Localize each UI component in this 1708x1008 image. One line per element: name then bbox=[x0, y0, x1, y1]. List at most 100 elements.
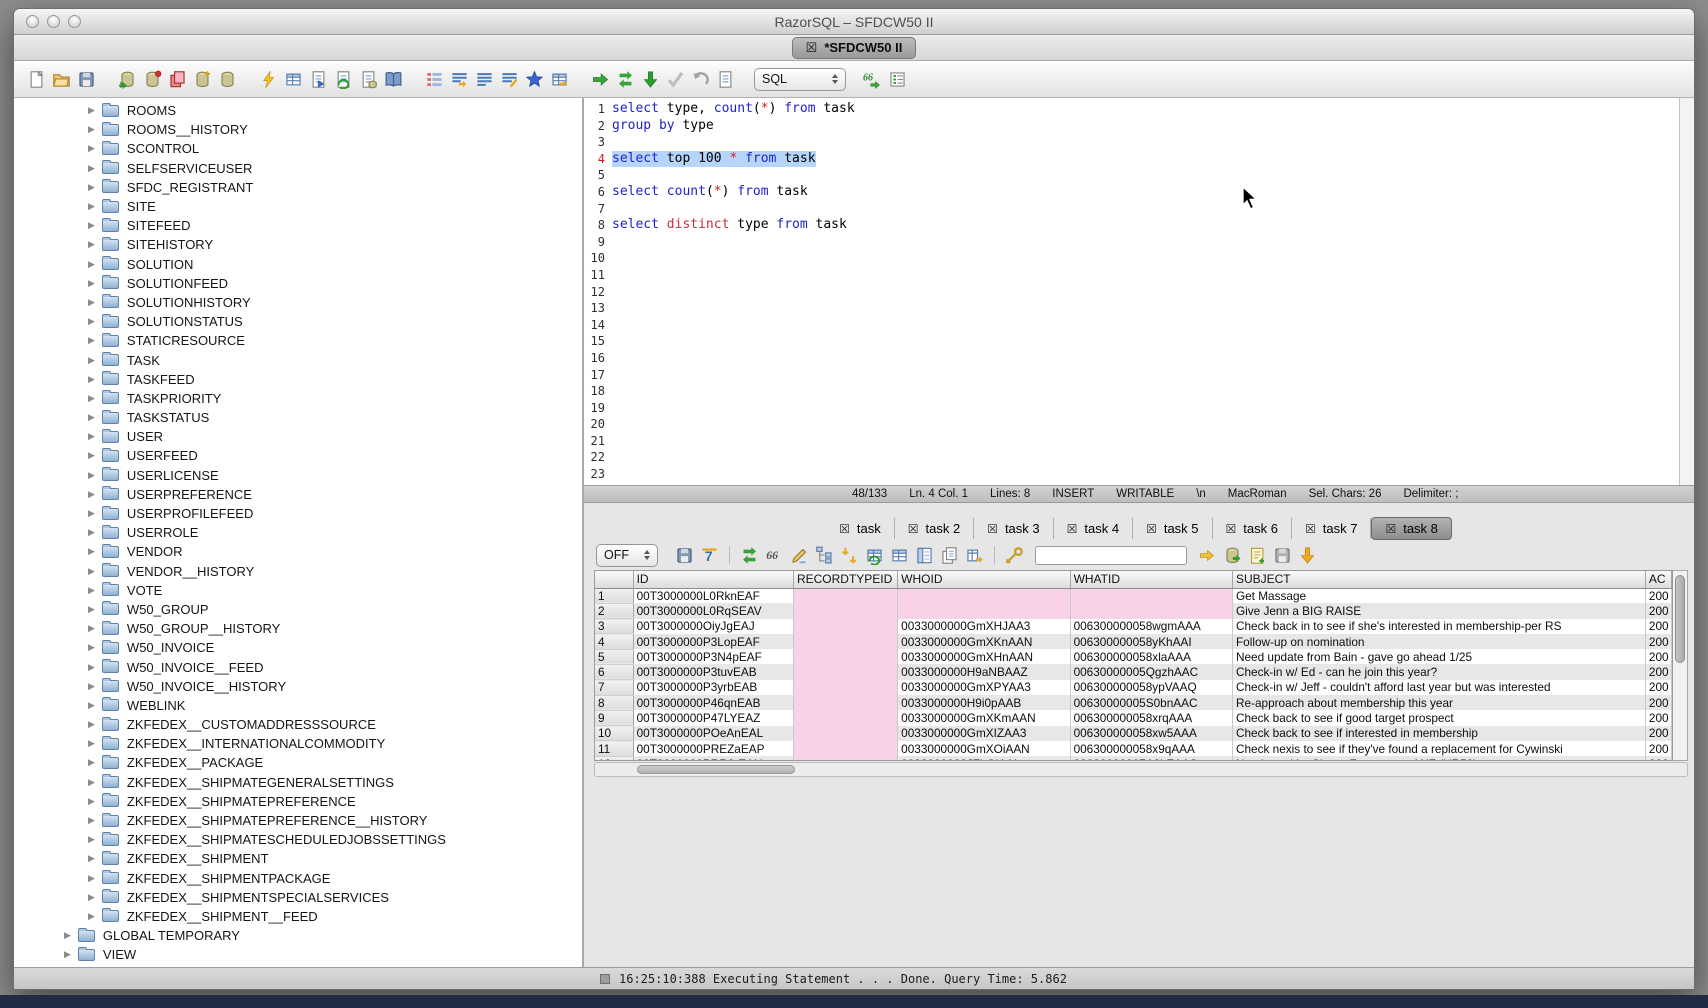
close-tab-icon[interactable]: ☒ bbox=[1226, 522, 1237, 536]
editor-line[interactable]: 12 bbox=[584, 284, 1679, 301]
table-options-icon[interactable] bbox=[281, 67, 306, 91]
disclosure-triangle-icon[interactable]: ▶ bbox=[88, 278, 95, 289]
table-row[interactable]: 500T3000000P3N4pEAF0033000000GmXHnAAN006… bbox=[595, 649, 1672, 664]
table-cell-null[interactable] bbox=[793, 680, 897, 695]
result-tab-task-8[interactable]: ☒task 8 bbox=[1371, 517, 1451, 540]
disclosure-triangle-icon[interactable]: ▶ bbox=[88, 163, 95, 174]
column-header-ac[interactable]: AC bbox=[1645, 571, 1671, 588]
table-cell-null[interactable] bbox=[1070, 603, 1232, 618]
save-results-icon[interactable] bbox=[672, 543, 697, 567]
editor-line[interactable]: 8select distinct type from task bbox=[584, 217, 1679, 234]
results-log-icon[interactable] bbox=[885, 67, 910, 91]
table-cell[interactable]: 00T3000000OiyJgEAJ bbox=[633, 619, 793, 634]
export-table-icon[interactable] bbox=[1220, 543, 1245, 567]
table-cell-null[interactable] bbox=[793, 710, 897, 725]
tree-item-zkfedex-shipmatepreference[interactable]: ▶ZKFEDEX__SHIPMATEPREFERENCE bbox=[14, 792, 582, 811]
table-cell[interactable]: 200 bbox=[1645, 588, 1671, 603]
table-row[interactable]: 1100T3000000PREZaEAP0033000000GmXOiAAN00… bbox=[595, 741, 1672, 756]
tree-item-rooms[interactable]: ▶ROOMS bbox=[14, 101, 582, 120]
tree-item-userprofilefeed[interactable]: ▶USERPROFILEFEED bbox=[14, 504, 582, 523]
disclosure-triangle-icon[interactable]: ▶ bbox=[88, 700, 95, 711]
minimize-window-button[interactable] bbox=[47, 15, 60, 28]
close-tab-icon[interactable]: ☒ bbox=[1385, 522, 1396, 536]
table-cell[interactable]: 200 bbox=[1645, 741, 1671, 756]
table-cell[interactable]: 200 bbox=[1645, 634, 1671, 649]
disclosure-triangle-icon[interactable]: ▶ bbox=[88, 124, 95, 135]
close-tab-icon[interactable]: ☒ bbox=[987, 522, 998, 536]
insert-rows-icon[interactable] bbox=[837, 543, 862, 567]
favorites-icon[interactable] bbox=[522, 67, 547, 91]
table-cell[interactable]: 00T3000000PRR8rEAH bbox=[633, 756, 793, 760]
editor-line[interactable]: 22 bbox=[584, 449, 1679, 466]
table-cell[interactable]: 200 bbox=[1645, 664, 1671, 679]
editor-line[interactable]: 13 bbox=[584, 300, 1679, 317]
disclosure-triangle-icon[interactable]: ▶ bbox=[88, 546, 95, 557]
go-column-icon[interactable] bbox=[1195, 543, 1220, 567]
tree-item-zkfedex-shipmatepreference-history[interactable]: ▶ZKFEDEX__SHIPMATEPREFERENCE__HISTORY bbox=[14, 811, 582, 830]
results-filter-input[interactable] bbox=[1035, 546, 1187, 565]
tree-item-userrole[interactable]: ▶USERROLE bbox=[14, 523, 582, 542]
horizontal-scroll-thumb[interactable] bbox=[637, 765, 795, 774]
tree-item-w50-group-history[interactable]: ▶W50_GROUP__HISTORY bbox=[14, 619, 582, 638]
disclosure-triangle-icon[interactable]: ▶ bbox=[64, 930, 71, 941]
disclosure-triangle-icon[interactable]: ▶ bbox=[88, 892, 95, 903]
editor-line[interactable]: 9 bbox=[584, 234, 1679, 251]
table-cell-null[interactable] bbox=[793, 603, 897, 618]
editor-vertical-scrollbar[interactable] bbox=[1679, 98, 1694, 485]
tree-item-solutionstatus[interactable]: ▶SOLUTIONSTATUS bbox=[14, 312, 582, 331]
disclosure-triangle-icon[interactable]: ▶ bbox=[88, 662, 95, 673]
generate-sql-icon[interactable] bbox=[1002, 543, 1027, 567]
table-cell-null[interactable] bbox=[793, 741, 897, 756]
highlight-mode-select[interactable]: OFF bbox=[596, 544, 658, 567]
disclosure-triangle-icon[interactable]: ▶ bbox=[88, 239, 95, 250]
editor-line[interactable]: 23 bbox=[584, 466, 1679, 483]
open-file-icon[interactable] bbox=[49, 67, 74, 91]
add-note-icon[interactable] bbox=[1245, 543, 1270, 567]
fetch-down-icon[interactable] bbox=[638, 67, 663, 91]
tree-item-solutionfeed[interactable]: ▶SOLUTIONFEED bbox=[14, 274, 582, 293]
tree-item-weblink[interactable]: ▶WEBLINK bbox=[14, 696, 582, 715]
document-tab[interactable]: ☒ *SFDCW50 II bbox=[792, 37, 917, 59]
editor-line[interactable]: 6select count(*) from task bbox=[584, 184, 1679, 201]
disclosure-triangle-icon[interactable]: ▶ bbox=[88, 143, 95, 154]
editor-line[interactable]: 14 bbox=[584, 317, 1679, 334]
reference-book-icon[interactable] bbox=[381, 67, 406, 91]
tree-item-global-temporary[interactable]: ▶GLOBAL TEMPORARY bbox=[14, 926, 582, 945]
table-cell[interactable]: 0033000000H9i0pAAB bbox=[898, 695, 1070, 710]
table-cell[interactable]: 200 bbox=[1645, 603, 1671, 618]
disclosure-triangle-icon[interactable]: ▶ bbox=[88, 450, 95, 461]
connect-icon[interactable] bbox=[115, 67, 140, 91]
tree-item-vote[interactable]: ▶VOTE bbox=[14, 581, 582, 600]
editor-line[interactable]: 20 bbox=[584, 416, 1679, 433]
disclosure-triangle-icon[interactable]: ▶ bbox=[88, 105, 95, 116]
tree-item-w50-invoice-feed[interactable]: ▶W50_INVOICE__FEED bbox=[14, 657, 582, 676]
table-cell[interactable]: 0033000000H9aNBAAZ bbox=[898, 664, 1070, 679]
table-cell-null[interactable] bbox=[898, 588, 1070, 603]
table-cell[interactable]: 200 bbox=[1645, 619, 1671, 634]
editor-line[interactable]: 11 bbox=[584, 267, 1679, 284]
tree-item-zkfedex-shipmentpackage[interactable]: ▶ZKFEDEX__SHIPMENTPACKAGE bbox=[14, 869, 582, 888]
table-cell[interactable]: Get Massage bbox=[1232, 588, 1645, 603]
disclosure-triangle-icon[interactable]: ▶ bbox=[88, 796, 95, 807]
tree-item-task[interactable]: ▶TASK bbox=[14, 350, 582, 369]
tree-item-staticresource[interactable]: ▶STATICRESOURCE bbox=[14, 331, 582, 350]
tree-item-zkfedex-internationalcommodity[interactable]: ▶ZKFEDEX__INTERNATIONALCOMMODITY bbox=[14, 734, 582, 753]
table-cell[interactable]: 200 bbox=[1645, 680, 1671, 695]
disclosure-triangle-icon[interactable]: ▶ bbox=[88, 777, 95, 788]
tree-item-zkfedex-shipmentspecialservices[interactable]: ▶ZKFEDEX__SHIPMENTSPECIALSERVICES bbox=[14, 888, 582, 907]
column-header-whatid[interactable]: WHATID bbox=[1070, 571, 1232, 588]
table-cell[interactable]: Re-approach about membership this year bbox=[1232, 695, 1645, 710]
disclosure-triangle-icon[interactable]: ▶ bbox=[88, 182, 95, 193]
table-cell[interactable]: Check back in to see if she's interested… bbox=[1232, 619, 1645, 634]
editor-line[interactable]: 5 bbox=[584, 167, 1679, 184]
table-cell[interactable]: 0033000000GmXIZAA3 bbox=[898, 726, 1070, 741]
tree-item-scontrol[interactable]: ▶SCONTROL bbox=[14, 139, 582, 158]
table-cell-null[interactable] bbox=[793, 634, 897, 649]
clear-format-icon[interactable] bbox=[497, 67, 522, 91]
reload-table-icon[interactable] bbox=[862, 543, 887, 567]
editor-line[interactable]: 18 bbox=[584, 383, 1679, 400]
format-sql-icon[interactable] bbox=[447, 67, 472, 91]
message-log-icon[interactable] bbox=[713, 67, 738, 91]
tree-item-w50-invoice-history[interactable]: ▶W50_INVOICE__HISTORY bbox=[14, 677, 582, 696]
table-cell-null[interactable] bbox=[793, 588, 897, 603]
